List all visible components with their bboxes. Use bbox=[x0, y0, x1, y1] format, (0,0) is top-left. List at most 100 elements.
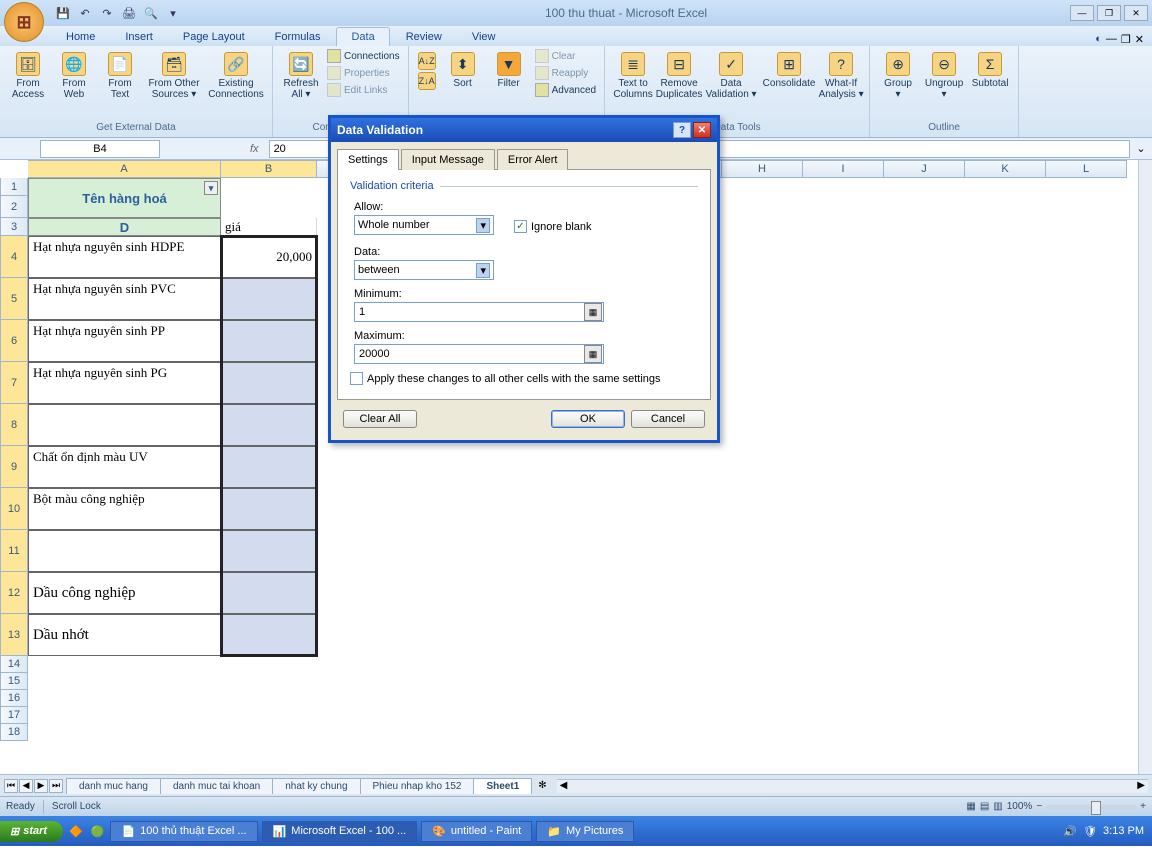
from-access-button[interactable]: 🗄From Access bbox=[6, 48, 50, 100]
sheet-tab-1[interactable]: danh muc tai khoan bbox=[160, 778, 273, 794]
sheet-tab-2[interactable]: nhat ky chung bbox=[272, 778, 360, 794]
zoom-level[interactable]: 100% bbox=[1007, 801, 1033, 812]
ignore-blank-checkbox[interactable]: ✓ bbox=[514, 220, 527, 233]
preview-icon[interactable]: 🔍 bbox=[142, 4, 160, 22]
restore-button[interactable]: ❐ bbox=[1097, 5, 1121, 21]
zoom-slider[interactable] bbox=[1046, 805, 1136, 809]
doc-close-icon[interactable]: ✕ bbox=[1135, 33, 1144, 46]
chrome-icon[interactable]: 🟢 bbox=[89, 825, 107, 838]
doc-minimize-icon[interactable]: — bbox=[1106, 33, 1117, 46]
from-text-button[interactable]: 📄From Text bbox=[98, 48, 142, 100]
ribbon-help-icon[interactable]: ◐ bbox=[1095, 33, 1102, 46]
col-header-j[interactable]: J bbox=[884, 160, 965, 178]
maximum-input[interactable] bbox=[355, 348, 584, 360]
row-header-12[interactable]: 12 bbox=[0, 572, 28, 614]
row-header-3[interactable]: 3 bbox=[0, 218, 28, 236]
minimum-input[interactable] bbox=[355, 306, 584, 318]
new-sheet-icon[interactable]: ✻ bbox=[532, 780, 552, 791]
cell-a12[interactable]: Dầu công nghiệp bbox=[28, 572, 221, 614]
sheet-tab-0[interactable]: danh muc hang bbox=[66, 778, 161, 794]
dialog-tab-input-message[interactable]: Input Message bbox=[401, 149, 495, 170]
tab-formulas[interactable]: Formulas bbox=[261, 28, 335, 46]
taskbar-item-1[interactable]: 📊Microsoft Excel - 100 ... bbox=[262, 821, 418, 842]
col-header-k[interactable]: K bbox=[965, 160, 1046, 178]
row-header-13[interactable]: 13 bbox=[0, 614, 28, 656]
row-header-4[interactable]: 4 bbox=[0, 236, 28, 278]
row-header-16[interactable]: 16 bbox=[0, 690, 28, 707]
tab-data[interactable]: Data bbox=[336, 27, 389, 46]
existing-connections-button[interactable]: 🔗Existing Connections bbox=[206, 48, 266, 100]
filter-dropdown-icon[interactable]: ▾ bbox=[204, 181, 218, 195]
zoom-in-icon[interactable]: + bbox=[1140, 801, 1146, 812]
cell-a11[interactable] bbox=[28, 530, 221, 572]
cell-a5[interactable]: Hạt nhựa nguyên sinh PVC bbox=[28, 278, 221, 320]
view-layout-icon[interactable]: ▤ bbox=[980, 801, 989, 812]
edit-links-button[interactable]: Edit Links bbox=[325, 82, 402, 98]
sheet-nav-next-icon[interactable]: ▶ bbox=[34, 779, 48, 793]
allow-select[interactable]: Whole number▾ bbox=[354, 215, 494, 235]
sheet-nav-last-icon[interactable]: ⏭ bbox=[49, 779, 63, 793]
row-header-5[interactable]: 5 bbox=[0, 278, 28, 320]
tab-home[interactable]: Home bbox=[52, 28, 109, 46]
cell-b8[interactable] bbox=[221, 404, 317, 446]
taskbar-item-3[interactable]: 📁My Pictures bbox=[536, 821, 634, 842]
dialog-tab-error-alert[interactable]: Error Alert bbox=[497, 149, 569, 170]
row-header-7[interactable]: 7 bbox=[0, 362, 28, 404]
row-header-18[interactable]: 18 bbox=[0, 724, 28, 741]
horizontal-scrollbar[interactable]: ◀▶ bbox=[557, 779, 1148, 793]
undo-icon[interactable]: ↶ bbox=[76, 4, 94, 22]
group-button[interactable]: ⊕Group ▾ bbox=[876, 48, 920, 100]
sort-button[interactable]: ⬍Sort bbox=[441, 48, 485, 89]
data-validation-button[interactable]: ✓Data Validation ▾ bbox=[703, 48, 759, 100]
view-normal-icon[interactable]: ▦ bbox=[966, 801, 975, 812]
cell-a8[interactable] bbox=[28, 404, 221, 446]
ref-picker-icon[interactable]: ▦ bbox=[584, 303, 602, 321]
filter-button[interactable]: ▼Filter bbox=[487, 48, 531, 89]
clear-filter-button[interactable]: Clear bbox=[533, 48, 598, 64]
remove-duplicates-button[interactable]: ⊟Remove Duplicates bbox=[657, 48, 701, 100]
tray-icon[interactable]: 🔊 bbox=[1063, 825, 1077, 838]
row-header-10[interactable]: 10 bbox=[0, 488, 28, 530]
cell-a7[interactable]: Hạt nhựa nguyên sinh PG bbox=[28, 362, 221, 404]
row-header-11[interactable]: 11 bbox=[0, 530, 28, 572]
from-web-button[interactable]: 🌐From Web bbox=[52, 48, 96, 100]
ok-button[interactable]: OK bbox=[551, 410, 625, 428]
what-if-button[interactable]: ?What-If Analysis ▾ bbox=[819, 48, 863, 100]
cell-b11[interactable] bbox=[221, 530, 317, 572]
cell-b4[interactable]: 20,000 bbox=[221, 236, 317, 278]
save-icon[interactable]: 💾 bbox=[54, 4, 72, 22]
cell-a4[interactable]: Hạt nhựa nguyên sinh HDPE bbox=[28, 236, 221, 278]
dialog-tab-settings[interactable]: Settings bbox=[337, 149, 399, 170]
firefox-icon[interactable]: 🔶 bbox=[63, 825, 89, 838]
row-header-17[interactable]: 17 bbox=[0, 707, 28, 724]
qat-dropdown-icon[interactable]: ▾ bbox=[164, 4, 182, 22]
tab-insert[interactable]: Insert bbox=[111, 28, 167, 46]
cell-a6[interactable]: Hạt nhựa nguyên sinh PP bbox=[28, 320, 221, 362]
row-header-2[interactable]: 2 bbox=[0, 196, 28, 218]
cell-a3[interactable]: D bbox=[28, 218, 221, 236]
cell-b10[interactable] bbox=[221, 488, 317, 530]
advanced-button[interactable]: Advanced bbox=[533, 82, 598, 98]
sheet-tab-3[interactable]: Phieu nhap kho 152 bbox=[360, 778, 475, 794]
ungroup-button[interactable]: ⊖Ungroup ▾ bbox=[922, 48, 966, 100]
text-to-columns-button[interactable]: ≣Text to Columns bbox=[611, 48, 655, 100]
taskbar-item-2[interactable]: 🎨untitled - Paint bbox=[421, 821, 532, 842]
clear-all-button[interactable]: Clear All bbox=[343, 410, 417, 428]
col-header-h[interactable]: H bbox=[722, 160, 803, 178]
cell-b3[interactable]: giá bbox=[221, 218, 317, 236]
cell-b13[interactable] bbox=[221, 614, 317, 656]
start-button[interactable]: ⊞start bbox=[0, 821, 63, 842]
subtotal-button[interactable]: ΣSubtotal bbox=[968, 48, 1012, 89]
expand-formula-icon[interactable]: ⌄ bbox=[1130, 142, 1152, 155]
office-button[interactable]: ⊞ bbox=[4, 2, 44, 42]
col-header-l[interactable]: L bbox=[1046, 160, 1127, 178]
data-select[interactable]: between▾ bbox=[354, 260, 494, 280]
sort-az-button[interactable]: A↓ZZ↓A bbox=[415, 48, 439, 90]
vertical-scrollbar[interactable] bbox=[1138, 160, 1152, 774]
col-header-a[interactable]: A bbox=[28, 160, 221, 178]
zoom-out-icon[interactable]: − bbox=[1036, 801, 1042, 812]
close-button[interactable]: ✕ bbox=[1124, 5, 1148, 21]
reapply-button[interactable]: Reapply bbox=[533, 65, 598, 81]
apply-all-checkbox[interactable] bbox=[350, 372, 363, 385]
row-header-14[interactable]: 14 bbox=[0, 656, 28, 673]
